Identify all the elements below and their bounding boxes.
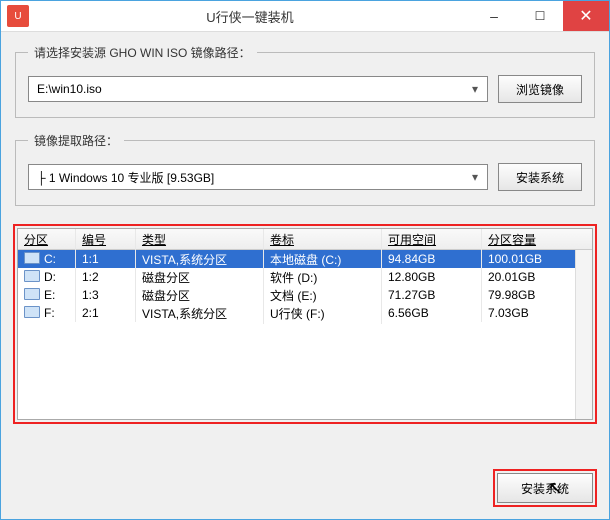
dropdown-arrow-icon: ▾ — [467, 82, 483, 96]
dropdown-arrow-icon: ▾ — [467, 170, 483, 184]
scrollbar-vertical[interactable] — [575, 250, 592, 419]
col-header-drive[interactable]: 分区 — [18, 229, 76, 250]
close-button[interactable] — [563, 1, 609, 31]
minimize-button[interactable] — [471, 1, 517, 31]
extract-path-select[interactable]: ├ 1 Windows 10 专业版 [9.53GB] ▾ — [28, 164, 488, 190]
drive-icon — [24, 306, 40, 318]
source-path-value: E:\win10.iso — [37, 82, 102, 96]
col-header-label[interactable]: 卷标 — [264, 229, 382, 250]
table-row[interactable]: C:1:1VISTA,系统分区本地磁盘 (C:)94.84GB100.01GB — [18, 250, 592, 268]
col-header-free[interactable]: 可用空间 — [382, 229, 482, 250]
extract-path-value: ├ 1 Windows 10 专业版 [9.53GB] — [37, 169, 214, 186]
drive-icon — [24, 288, 40, 300]
window-controls — [471, 1, 609, 31]
install-system-button-bottom[interactable]: 安装系统 — [497, 473, 593, 503]
app-window: U U行侠一键装机 请选择安装源 GHO WIN ISO 镜像路径： E:\wi… — [0, 0, 610, 520]
app-icon: U — [7, 5, 29, 27]
col-header-type[interactable]: 类型 — [136, 229, 264, 250]
drive-icon — [24, 252, 40, 264]
partition-list-header: 分区 编号 类型 卷标 可用空间 分区容量 — [18, 229, 592, 250]
window-title: U行侠一键装机 — [29, 7, 471, 26]
table-row[interactable]: E:1:3磁盘分区文档 (E:)71.27GB79.98GB — [18, 286, 592, 304]
browse-image-button[interactable]: 浏览镜像 — [498, 75, 582, 103]
partition-table-highlight: 分区 编号 类型 卷标 可用空间 分区容量 C:1:1VISTA,系统分区本地磁… — [13, 224, 597, 424]
window-body: 请选择安装源 GHO WIN ISO 镜像路径： E:\win10.iso ▾ … — [1, 32, 609, 434]
table-row[interactable]: D:1:2磁盘分区软件 (D:)12.80GB20.01GB — [18, 268, 592, 286]
drive-icon — [24, 270, 40, 282]
group-extract-legend: 镜像提取路径： — [28, 132, 124, 149]
group-source-legend: 请选择安装源 GHO WIN ISO 镜像路径： — [28, 44, 257, 61]
group-extract: 镜像提取路径： ├ 1 Windows 10 专业版 [9.53GB] ▾ 安装… — [15, 132, 595, 206]
source-path-select[interactable]: E:\win10.iso ▾ — [28, 76, 488, 102]
group-source: 请选择安装源 GHO WIN ISO 镜像路径： E:\win10.iso ▾ … — [15, 44, 595, 118]
maximize-button[interactable] — [517, 1, 563, 31]
install-button-highlight: 安装系统 — [493, 469, 597, 507]
col-header-total[interactable]: 分区容量 — [482, 229, 592, 250]
titlebar: U U行侠一键装机 — [1, 1, 609, 32]
table-row[interactable]: F:2:1VISTA,系统分区U行侠 (F:)6.56GB7.03GB — [18, 304, 592, 322]
col-header-num[interactable]: 编号 — [76, 229, 136, 250]
partition-list[interactable]: 分区 编号 类型 卷标 可用空间 分区容量 C:1:1VISTA,系统分区本地磁… — [17, 228, 593, 420]
install-system-button-top[interactable]: 安装系统 — [498, 163, 582, 191]
